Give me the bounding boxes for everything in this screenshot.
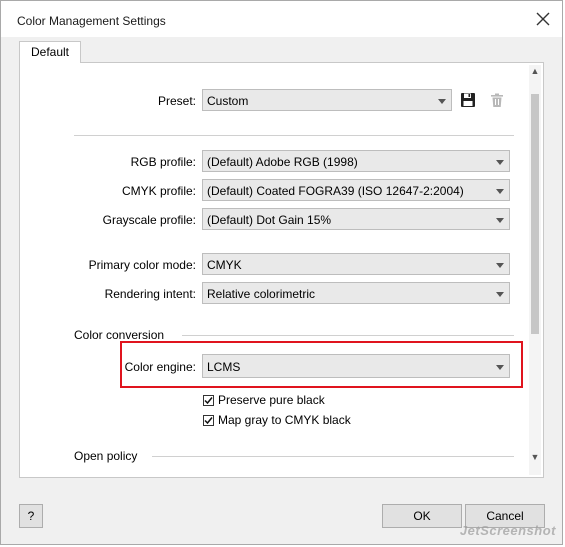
rgb-profile-label: RGB profile:	[130, 155, 196, 169]
cmyk-profile-label: CMYK profile:	[121, 184, 196, 198]
ok-button[interactable]: OK	[382, 504, 462, 528]
close-icon[interactable]	[532, 8, 554, 30]
rendering-intent-value: Relative colorimetric	[207, 287, 316, 301]
map-gray-to-cmyk-black-checkbox[interactable]: Map gray to CMYK black	[203, 413, 351, 427]
primary-color-mode-label: Primary color mode:	[88, 258, 196, 272]
primary-color-mode-value: CMYK	[207, 258, 242, 272]
preserve-pure-black-label: Preserve pure black	[218, 393, 325, 407]
help-button[interactable]: ?	[19, 504, 43, 528]
watermark: JetScreenshot	[459, 523, 556, 538]
preset-dropdown[interactable]: Custom	[202, 89, 452, 111]
chevron-down-icon	[496, 263, 504, 268]
settings-panel: Preset: Custom RGB profile: (Default) Ad…	[19, 62, 544, 478]
rendering-intent-dropdown[interactable]: Relative colorimetric	[202, 282, 510, 304]
floppy-disk-icon[interactable]	[460, 92, 477, 109]
grayscale-profile-dropdown[interactable]: (Default) Dot Gain 15%	[202, 208, 510, 230]
preset-label: Preset:	[157, 94, 196, 108]
scroll-down-icon[interactable]: ▼	[529, 451, 541, 463]
window-title: Color Management Settings	[17, 14, 166, 28]
highlight-box	[120, 341, 523, 388]
scrollbar-thumb[interactable]	[531, 94, 539, 334]
primary-color-mode-dropdown[interactable]: CMYK	[202, 253, 510, 275]
map-gray-to-cmyk-black-label: Map gray to CMYK black	[218, 413, 351, 427]
checkmark-icon	[203, 414, 214, 426]
preset-value: Custom	[207, 94, 249, 108]
scroll-up-icon[interactable]: ▲	[529, 65, 541, 77]
color-management-dialog: Color Management Settings Default Preset…	[0, 0, 563, 545]
divider	[182, 335, 514, 336]
grayscale-profile-label: Grayscale profile:	[102, 213, 196, 227]
chevron-down-icon	[496, 160, 504, 165]
title-bar: Color Management Settings	[1, 1, 562, 37]
open-policy-heading: Open policy	[74, 449, 138, 463]
divider	[152, 456, 514, 457]
preserve-pure-black-checkbox[interactable]: Preserve pure black	[203, 393, 325, 407]
cmyk-profile-dropdown[interactable]: (Default) Coated FOGRA39 (ISO 12647-2:20…	[202, 179, 510, 201]
checkmark-icon	[203, 394, 214, 406]
rendering-intent-label: Rendering intent:	[104, 287, 196, 301]
chevron-down-icon	[496, 189, 504, 194]
cmyk-profile-value: (Default) Coated FOGRA39 (ISO 12647-2:20…	[207, 184, 464, 198]
chevron-down-icon	[496, 292, 504, 297]
grayscale-profile-value: (Default) Dot Gain 15%	[207, 213, 332, 227]
color-conversion-heading: Color conversion	[74, 328, 165, 342]
tab-default[interactable]: Default	[19, 41, 81, 63]
chevron-down-icon	[438, 99, 446, 104]
divider	[74, 135, 514, 136]
rgb-profile-dropdown[interactable]: (Default) Adobe RGB (1998)	[202, 150, 510, 172]
chevron-down-icon	[496, 218, 504, 223]
trash-icon[interactable]	[489, 92, 506, 109]
rgb-profile-value: (Default) Adobe RGB (1998)	[207, 155, 358, 169]
